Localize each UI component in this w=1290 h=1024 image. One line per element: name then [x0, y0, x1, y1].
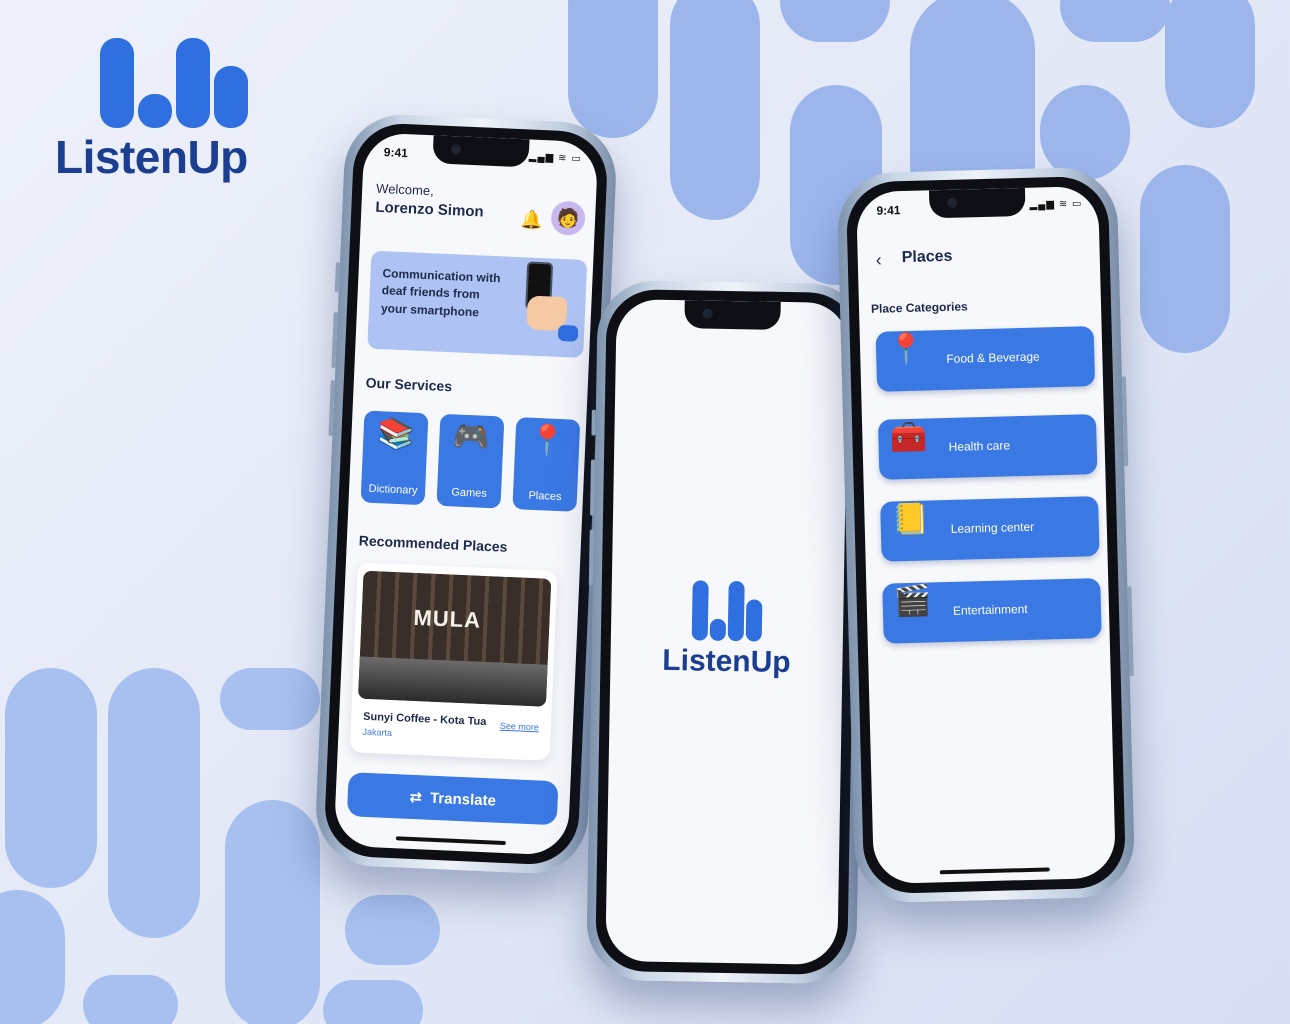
splash-logo: ListenUp	[662, 580, 792, 680]
see-more-link[interactable]: See more	[500, 721, 539, 733]
location-pin-icon: 📍	[528, 423, 567, 459]
books-icon: 📚	[376, 417, 415, 452]
category-health-care[interactable]: 🧰 Health care	[877, 414, 1098, 480]
sleeve-illustration	[557, 324, 579, 342]
logo-mark-icon	[100, 38, 250, 128]
category-label: Entertainment	[952, 601, 1028, 618]
splash-screen: ListenUp	[605, 299, 849, 965]
status-time: 9:41	[876, 203, 901, 218]
translate-button[interactable]: ⇄ Translate	[346, 772, 559, 826]
home-indicator	[939, 867, 1050, 875]
category-food-beverage[interactable]: 📍 Food & Beverage	[875, 326, 1096, 392]
place-name: Sunyi Coffee - Kota Tua	[362, 710, 487, 729]
service-games[interactable]: 🎮 Games	[436, 413, 505, 509]
notification-bell-icon[interactable]: 🔔	[520, 209, 543, 231]
place-photo	[357, 570, 552, 707]
phone-home: 9:41 ▂▄▆ ≋ ▭ Welcome, Lorenzo Simon 🔔 🧑 …	[313, 112, 619, 876]
service-label: Places	[528, 489, 562, 504]
services-title: Our Services	[365, 374, 453, 395]
brand-logo: ListenUp	[55, 38, 295, 184]
home-screen: 9:41 ▂▄▆ ≋ ▭ Welcome, Lorenzo Simon 🔔 🧑 …	[333, 132, 599, 856]
category-learning-center[interactable]: 📒 Learning center	[880, 496, 1100, 562]
clapperboard-icon: 🎬	[893, 583, 932, 618]
category-label: Health care	[948, 438, 1011, 454]
notebook-icon: 📒	[891, 501, 930, 536]
translate-label: Translate	[429, 789, 497, 810]
service-places[interactable]: 📍 Places	[512, 417, 581, 512]
status-icons: ▂▄▆ ≋ ▭	[528, 151, 582, 165]
swap-arrows-icon: ⇄	[409, 788, 423, 807]
services-grid: 📚 Dictionary 🎮 Games 📍 Places	[360, 410, 581, 512]
service-label: Dictionary	[368, 482, 418, 497]
food-pin-icon: 📍	[886, 332, 926, 367]
recommended-title: Recommended Places	[358, 532, 508, 555]
category-label: Learning center	[950, 519, 1035, 536]
user-name: Lorenzo Simon	[375, 198, 485, 221]
home-indicator	[395, 836, 506, 846]
avatar[interactable]: 🧑	[550, 200, 586, 236]
brand-name: ListenUp	[55, 131, 248, 183]
place-city: Jakarta	[362, 726, 393, 738]
category-label: Food & Beverage	[946, 349, 1040, 366]
splash-brand-name: ListenUp	[662, 643, 791, 680]
back-chevron-icon[interactable]: ‹	[875, 250, 882, 271]
first-aid-icon: 🧰	[889, 420, 928, 454]
status-time: 9:41	[383, 145, 409, 161]
recommended-place-card[interactable]: MULA Sunyi Coffee - Kota Tua Jakarta See…	[349, 562, 558, 761]
service-dictionary[interactable]: 📚 Dictionary	[360, 410, 429, 506]
gamepad-icon: 🎮	[452, 420, 491, 455]
hero-text: Communication with deaf friends from you…	[380, 266, 501, 320]
welcome-text: Welcome,	[375, 180, 435, 199]
places-screen: 9:41 ▂▄▆ ≋ ▭ ‹ Places Place Categories 📍…	[855, 185, 1117, 885]
logo-mark-icon	[691, 580, 763, 642]
phone-places: 9:41 ▂▄▆ ≋ ▭ ‹ Places Place Categories 📍…	[836, 166, 1136, 904]
categories-title: Place Categories	[870, 299, 968, 316]
place-photo-sign: MULA	[413, 604, 482, 633]
hero-banner[interactable]: Communication with deaf friends from you…	[367, 250, 588, 358]
status-icons: ▂▄▆ ≋ ▭	[1029, 198, 1083, 211]
phone-splash: ListenUp	[585, 279, 869, 985]
service-label: Games	[451, 486, 488, 500]
category-entertainment[interactable]: 🎬 Entertainment	[882, 578, 1102, 644]
page-title: Places	[901, 247, 953, 267]
